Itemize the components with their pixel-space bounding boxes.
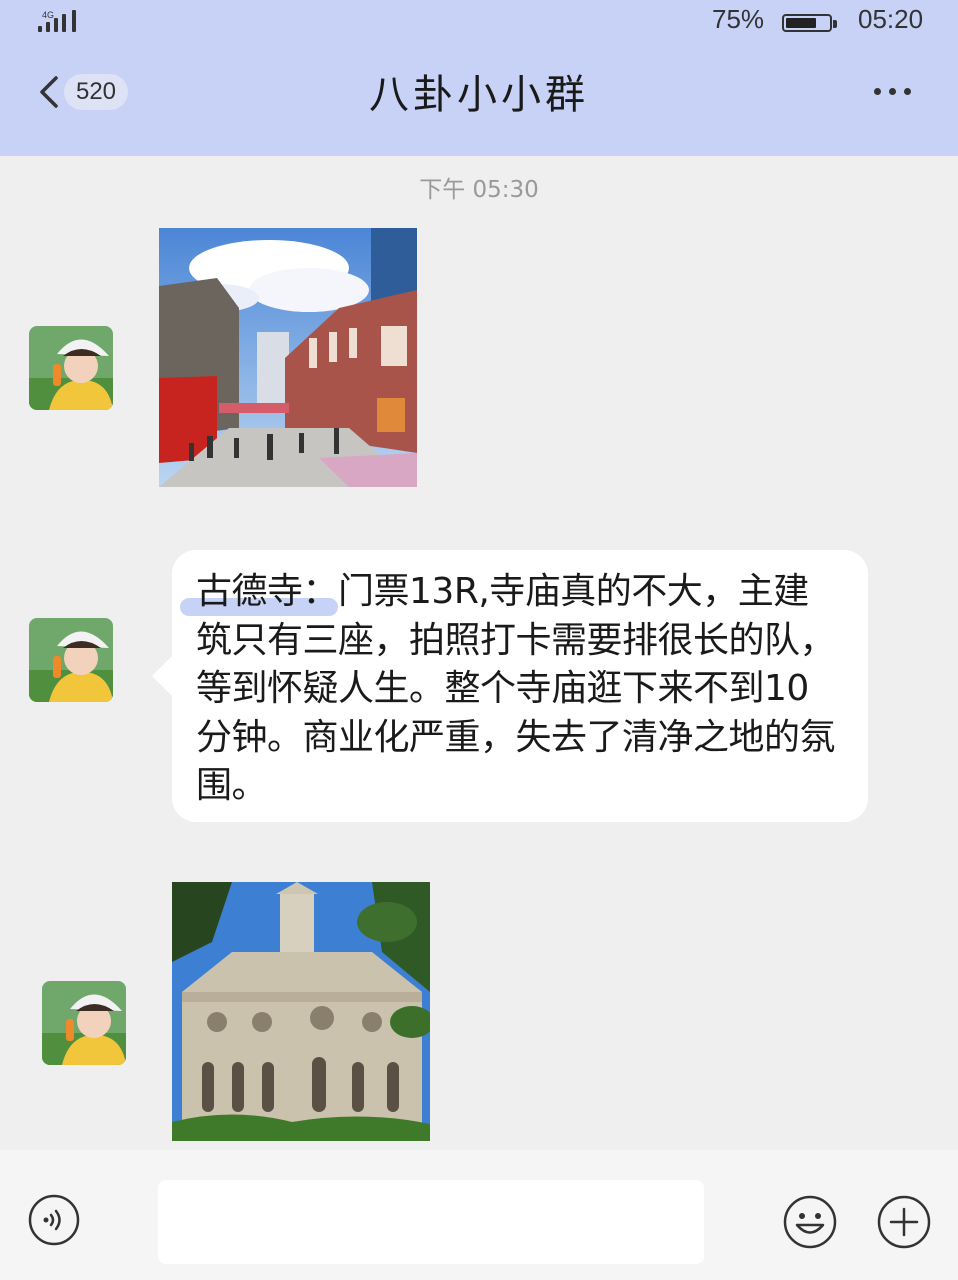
cellular-signal-icon: 4G xyxy=(36,10,86,34)
chat-header: 520 八卦小小群 xyxy=(0,40,958,156)
emoji-icon[interactable] xyxy=(782,1194,838,1250)
voice-icon[interactable] xyxy=(28,1194,80,1246)
message-highlight-text: 古德寺： xyxy=(196,571,339,612)
more-dots-icon[interactable] xyxy=(866,80,920,100)
plus-icon[interactable] xyxy=(876,1194,932,1250)
avatar-photo-icon xyxy=(29,326,113,410)
sender-avatar[interactable] xyxy=(29,326,113,410)
sender-avatar[interactable] xyxy=(42,981,126,1065)
avatar-photo-icon xyxy=(42,981,126,1065)
message-timestamp: 下午 05:30 xyxy=(419,177,539,203)
battery-icon xyxy=(782,14,837,32)
message-input[interactable] xyxy=(158,1180,704,1264)
chat-title: 八卦小小群 xyxy=(369,72,589,118)
message-input-bar xyxy=(0,1150,958,1280)
status-bar: 4G 75% 05:20 xyxy=(0,0,958,40)
sender-avatar[interactable] xyxy=(29,618,113,702)
chat-image-temple[interactable] xyxy=(172,882,430,1141)
network-type: 4G xyxy=(42,10,55,20)
status-time: 05:20 xyxy=(858,4,924,34)
bubble-tail xyxy=(152,654,174,698)
street-photo xyxy=(159,228,417,487)
battery-percent: 75% xyxy=(712,4,765,34)
temple-photo xyxy=(172,882,430,1141)
chat-image-street[interactable] xyxy=(159,228,417,487)
message-text: 古德寺：门票13R,寺庙真的不大，主建筑只有三座，拍照打卡需要排很长的队，等到怀… xyxy=(196,568,844,811)
text-message-bubble[interactable]: 古德寺：门票13R,寺庙真的不大，主建筑只有三座，拍照打卡需要排很长的队，等到怀… xyxy=(152,550,868,822)
avatar-photo-icon xyxy=(29,618,113,702)
